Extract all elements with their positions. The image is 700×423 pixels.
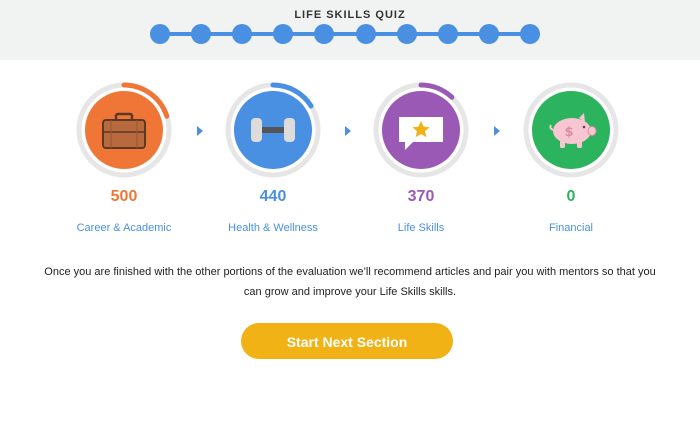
quiz-progress-bar [150, 23, 542, 45]
start-next-section-button[interactable]: Start Next Section [241, 323, 453, 359]
category-label[interactable]: Life Skills [346, 222, 496, 234]
progress-step-dot [397, 24, 417, 44]
svg-text:$: $ [564, 125, 573, 140]
quiz-title: LIFE SKILLS QUIZ [294, 9, 406, 21]
score-ring [76, 82, 172, 178]
briefcase-icon [102, 112, 146, 149]
score-ring [225, 82, 321, 178]
category-label[interactable]: Financial [496, 222, 646, 234]
progress-step-dot [356, 24, 376, 44]
category-score: 440 [259, 188, 287, 205]
progress-step-dot [314, 24, 334, 44]
evaluation-message: Once you are finished with the other por… [44, 266, 656, 298]
quiz-header: LIFE SKILLS QUIZ [0, 0, 700, 60]
progress-step-dot [479, 24, 499, 44]
progress-step-dot [438, 24, 458, 44]
progress-step-dot [232, 24, 252, 44]
category-label[interactable]: Career & Academic [49, 222, 199, 234]
progress-step-dot [273, 24, 293, 44]
progress-step-dot [191, 24, 211, 44]
score-ring [373, 82, 469, 178]
progress-step-dot [150, 24, 170, 44]
category-score: 500 [110, 188, 138, 205]
category-label[interactable]: Health & Wellness [198, 222, 348, 234]
category-financial[interactable]: $ 0 Financial [496, 82, 646, 242]
score-ring: $ [523, 82, 619, 178]
progress-step-dot [520, 24, 540, 44]
category-life-skills[interactable]: 370 Life Skills [346, 82, 496, 242]
category-score: 370 [407, 188, 435, 205]
category-career-academic[interactable]: 500 Career & Academic [49, 82, 199, 242]
category-score: 0 [566, 188, 576, 205]
category-health-wellness[interactable]: 440 Health & Wellness [198, 82, 348, 242]
